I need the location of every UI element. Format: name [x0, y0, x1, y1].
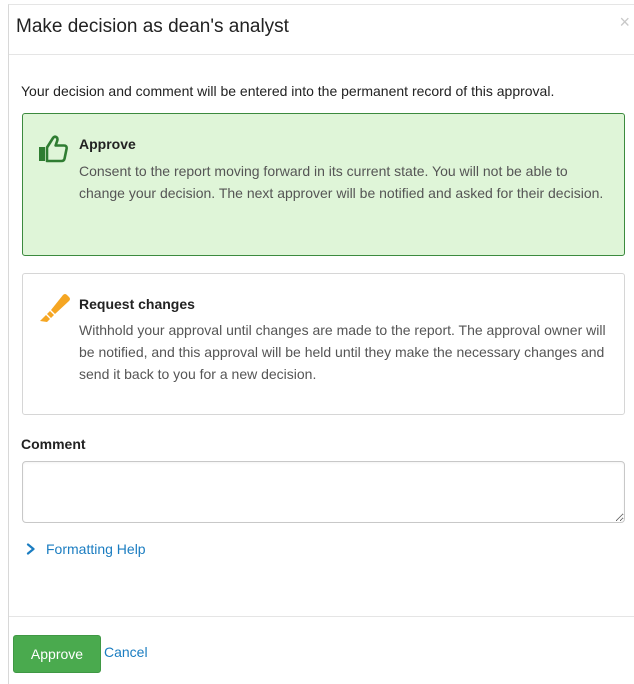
thumbs-up-icon: [37, 135, 69, 168]
option-request-changes-description: Withhold your approval until changes are…: [79, 322, 606, 382]
comment-label: Comment: [21, 436, 86, 452]
close-button[interactable]: ×: [619, 13, 630, 31]
dialog-footer: [9, 616, 634, 617]
option-approve-title: Approve: [79, 136, 136, 152]
formatting-help-toggle[interactable]: Formatting Help: [26, 541, 146, 557]
option-request-changes-title: Request changes: [79, 296, 195, 312]
dialog-header: Make decision as dean's analyst ×: [9, 5, 634, 55]
highlighter-icon: [37, 289, 71, 328]
comment-textarea[interactable]: [22, 461, 625, 523]
formatting-help-label: Formatting Help: [46, 541, 146, 557]
decision-dialog: Make decision as dean's analyst × Your d…: [8, 4, 634, 684]
cancel-link[interactable]: Cancel: [104, 644, 148, 660]
option-approve[interactable]: Approve Consent to the report moving for…: [22, 113, 625, 256]
approve-button[interactable]: Approve: [13, 635, 101, 673]
chevron-right-icon: [26, 543, 35, 555]
option-approve-description: Consent to the report moving forward in …: [79, 163, 604, 201]
option-request-changes[interactable]: Request changes Withhold your approval u…: [22, 273, 625, 415]
dialog-title: Make decision as dean's analyst: [16, 16, 289, 37]
intro-text: Your decision and comment will be entere…: [21, 83, 555, 99]
